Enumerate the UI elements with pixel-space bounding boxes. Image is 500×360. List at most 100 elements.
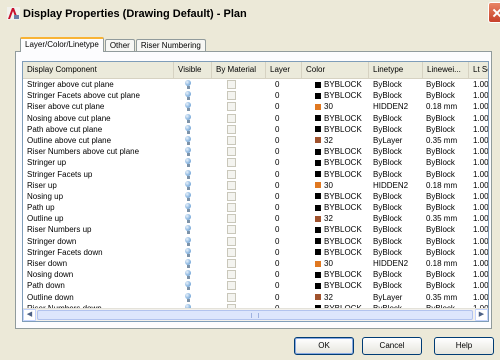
table-row[interactable]: Stringer up0BYBLOCKByBlockByBlock1.0000 bbox=[23, 157, 488, 168]
visible-bulb-icon[interactable] bbox=[185, 191, 195, 202]
linetype-value[interactable]: ByBlock bbox=[373, 79, 423, 90]
layer-value[interactable]: 0 bbox=[275, 124, 289, 135]
by-material-checkbox[interactable] bbox=[227, 213, 237, 224]
close-button[interactable] bbox=[488, 2, 500, 23]
column-header-linetype[interactable]: Linetype bbox=[369, 62, 423, 78]
lt-scale-value[interactable]: 1.0000 bbox=[473, 135, 488, 146]
linetype-value[interactable]: HIDDEN2 bbox=[373, 101, 423, 112]
visible-bulb-icon[interactable] bbox=[185, 180, 195, 191]
layer-value[interactable]: 0 bbox=[275, 146, 289, 157]
linetype-value[interactable]: ByLayer bbox=[373, 135, 423, 146]
layer-value[interactable]: 0 bbox=[275, 247, 289, 258]
by-material-checkbox[interactable] bbox=[227, 113, 237, 124]
lineweight-value[interactable]: ByBlock bbox=[426, 236, 476, 247]
table-row[interactable]: Stringer down0BYBLOCKByBlockByBlock1.000… bbox=[23, 236, 488, 247]
color-value[interactable]: BYBLOCK bbox=[315, 90, 377, 101]
linetype-value[interactable]: ByBlock bbox=[373, 113, 423, 124]
linetype-value[interactable]: ByBlock bbox=[373, 191, 423, 202]
color-value[interactable]: 32 bbox=[315, 213, 377, 224]
layer-value[interactable]: 0 bbox=[275, 213, 289, 224]
color-value[interactable]: BYBLOCK bbox=[315, 124, 377, 135]
linetype-value[interactable]: ByBlock bbox=[373, 146, 423, 157]
table-row[interactable]: Path down0BYBLOCKByBlockByBlock1.0000 bbox=[23, 280, 488, 291]
scroll-thumb[interactable] bbox=[37, 310, 473, 320]
linetype-value[interactable]: ByBlock bbox=[373, 90, 423, 101]
layer-value[interactable]: 0 bbox=[275, 79, 289, 90]
layer-value[interactable]: 0 bbox=[275, 280, 289, 291]
lt-scale-value[interactable]: 1.0000 bbox=[473, 90, 488, 101]
visible-bulb-icon[interactable] bbox=[185, 135, 195, 146]
color-value[interactable]: 32 bbox=[315, 292, 377, 303]
lineweight-value[interactable]: 0.35 mm bbox=[426, 135, 476, 146]
table-row[interactable]: Stringer Facets down 0 BYBLOCK ByBlock ByBlo… bbox=[23, 247, 488, 258]
table-row[interactable]: Outline down 0 32 ByLayer0.35 mm1.0000 bbox=[23, 292, 488, 303]
table-row[interactable]: Nosing up0BYBLOCKByBlockByBlock1.0000 bbox=[23, 191, 488, 202]
color-value[interactable]: BYBLOCK bbox=[315, 146, 377, 157]
visible-bulb-icon[interactable] bbox=[185, 269, 195, 280]
visible-bulb-icon[interactable] bbox=[185, 202, 195, 213]
column-header-visible[interactable]: Visible bbox=[174, 62, 212, 78]
table-row[interactable]: Stringer Facets up 0 BYBLOCK ByBlock ByBlock… bbox=[23, 169, 488, 180]
scroll-left-button[interactable]: ◀ bbox=[23, 309, 36, 321]
lt-scale-value[interactable]: 1.0000 bbox=[473, 292, 488, 303]
visible-bulb-icon[interactable] bbox=[185, 169, 195, 180]
by-material-checkbox[interactable] bbox=[227, 101, 237, 112]
visible-bulb-icon[interactable] bbox=[185, 213, 195, 224]
lt-scale-value[interactable]: 1.0000 bbox=[473, 280, 488, 291]
table-row[interactable]: Riser Numbers above cut plane 0 BYBLOCK ByB… bbox=[23, 146, 488, 157]
linetype-value[interactable]: HIDDEN2 bbox=[373, 180, 423, 191]
visible-bulb-icon[interactable] bbox=[185, 157, 195, 168]
lt-scale-value[interactable]: 1.0000 bbox=[473, 113, 488, 124]
display-components-list[interactable]: Display Component Visible By Material La… bbox=[22, 61, 489, 322]
by-material-checkbox[interactable] bbox=[227, 135, 237, 146]
color-value[interactable]: BYBLOCK bbox=[315, 202, 377, 213]
lt-scale-value[interactable]: 1.0000 bbox=[473, 79, 488, 90]
color-value[interactable]: BYBLOCK bbox=[315, 236, 377, 247]
color-value[interactable]: BYBLOCK bbox=[315, 113, 377, 124]
visible-bulb-icon[interactable] bbox=[185, 146, 195, 157]
ok-button[interactable]: OK bbox=[294, 337, 354, 355]
layer-value[interactable]: 0 bbox=[275, 135, 289, 146]
table-row[interactable]: Riser down 0 30 HIDDEN20.18 mm1.0000 bbox=[23, 258, 488, 269]
lt-scale-value[interactable]: 1.0000 bbox=[473, 124, 488, 135]
by-material-checkbox[interactable] bbox=[227, 90, 237, 101]
lt-scale-value[interactable]: 1.0000 bbox=[473, 247, 488, 258]
layer-value[interactable]: 0 bbox=[275, 236, 289, 247]
lineweight-value[interactable]: 0.35 mm bbox=[426, 292, 476, 303]
lt-scale-value[interactable]: 1.0000 bbox=[473, 180, 488, 191]
layer-value[interactable]: 0 bbox=[275, 101, 289, 112]
lineweight-value[interactable]: ByBlock bbox=[426, 90, 476, 101]
layer-value[interactable]: 0 bbox=[275, 258, 289, 269]
lineweight-value[interactable]: ByBlock bbox=[426, 146, 476, 157]
color-value[interactable]: 30 bbox=[315, 258, 377, 269]
lineweight-value[interactable]: ByBlock bbox=[426, 124, 476, 135]
visible-bulb-icon[interactable] bbox=[185, 224, 195, 235]
by-material-checkbox[interactable] bbox=[227, 269, 237, 280]
color-value[interactable]: 32 bbox=[315, 135, 377, 146]
table-row[interactable]: Nosing down0BYBLOCKByBlockByBlock1.0000 bbox=[23, 269, 488, 280]
lineweight-value[interactable]: ByBlock bbox=[426, 224, 476, 235]
color-value[interactable]: 30 bbox=[315, 180, 377, 191]
lt-scale-value[interactable]: 1.0000 bbox=[473, 202, 488, 213]
visible-bulb-icon[interactable] bbox=[185, 258, 195, 269]
table-row[interactable]: Riser up 0 30 HIDDEN20.18 mm1.0000 bbox=[23, 180, 488, 191]
column-header-layer[interactable]: Layer bbox=[266, 62, 302, 78]
lt-scale-value[interactable]: 1.0000 bbox=[473, 169, 488, 180]
table-row[interactable]: Outline above cut plane 0 32 ByLayer 0.35 mm… bbox=[23, 135, 488, 146]
lt-scale-value[interactable]: 1.0000 bbox=[473, 236, 488, 247]
table-row[interactable]: Nosing above cut plane 0 BYBLOCK ByBlock ByB… bbox=[23, 113, 488, 124]
lineweight-value[interactable]: ByBlock bbox=[426, 269, 476, 280]
by-material-checkbox[interactable] bbox=[227, 157, 237, 168]
table-row[interactable]: Path above cut plane 0 BYBLOCK ByBlock ByBlo… bbox=[23, 124, 488, 135]
lineweight-value[interactable]: ByBlock bbox=[426, 191, 476, 202]
lineweight-value[interactable]: ByBlock bbox=[426, 157, 476, 168]
visible-bulb-icon[interactable] bbox=[185, 101, 195, 112]
linetype-value[interactable]: ByBlock bbox=[373, 202, 423, 213]
lineweight-value[interactable]: ByBlock bbox=[426, 202, 476, 213]
by-material-checkbox[interactable] bbox=[227, 191, 237, 202]
lt-scale-value[interactable]: 1.0000 bbox=[473, 213, 488, 224]
by-material-checkbox[interactable] bbox=[227, 247, 237, 258]
layer-value[interactable]: 0 bbox=[275, 191, 289, 202]
layer-value[interactable]: 0 bbox=[275, 90, 289, 101]
layer-value[interactable]: 0 bbox=[275, 157, 289, 168]
